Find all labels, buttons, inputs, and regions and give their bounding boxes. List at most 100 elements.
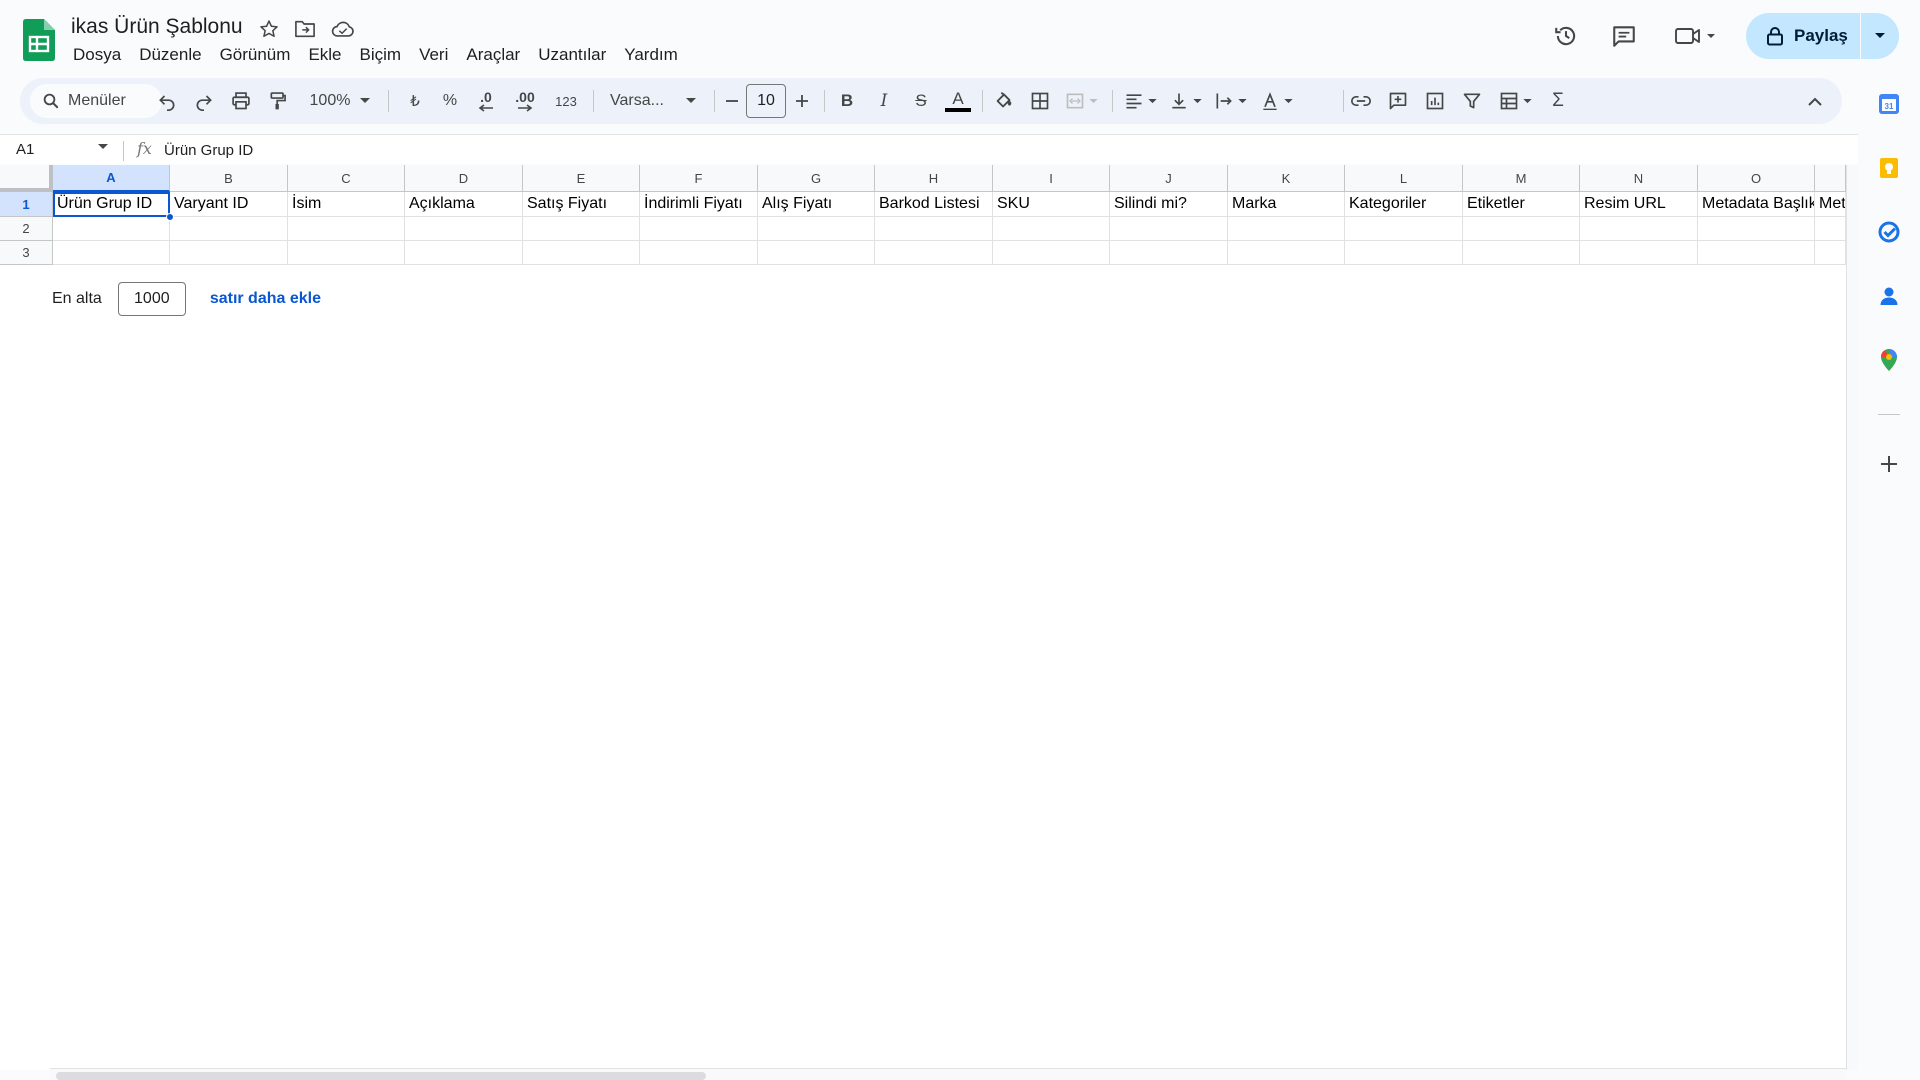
collapse-toolbar-icon[interactable] bbox=[1800, 84, 1830, 118]
italic-button[interactable]: I bbox=[869, 84, 899, 118]
cell-i2[interactable] bbox=[993, 217, 1110, 241]
menu-veri[interactable]: Veri bbox=[410, 42, 457, 68]
cell-n1[interactable]: Resim URL bbox=[1580, 192, 1698, 217]
document-title[interactable]: ikas Ürün Şablonu bbox=[71, 15, 243, 39]
cell-n2[interactable] bbox=[1580, 217, 1698, 241]
column-header-g[interactable]: G bbox=[758, 165, 875, 192]
insert-chart-icon[interactable] bbox=[1420, 84, 1450, 118]
column-header-d[interactable]: D bbox=[405, 165, 523, 192]
menu-ekle[interactable]: Ekle bbox=[299, 42, 350, 68]
cell-l2[interactable] bbox=[1345, 217, 1463, 241]
column-header-b[interactable]: B bbox=[170, 165, 288, 192]
cloud-saved-icon[interactable] bbox=[330, 16, 356, 42]
print-icon[interactable] bbox=[226, 84, 256, 118]
cell-i3[interactable] bbox=[993, 241, 1110, 265]
row-header-2[interactable]: 2 bbox=[0, 217, 53, 241]
cell-f3[interactable] bbox=[640, 241, 758, 265]
select-all-corner[interactable] bbox=[0, 165, 53, 192]
cell-c2[interactable] bbox=[288, 217, 405, 241]
cell-n3[interactable] bbox=[1580, 241, 1698, 265]
bold-button[interactable]: B bbox=[832, 84, 862, 118]
cell-a1[interactable]: Ürün Grup ID bbox=[53, 192, 170, 217]
menu-search[interactable]: Menüler bbox=[30, 84, 162, 118]
column-header-n[interactable]: N bbox=[1580, 165, 1698, 192]
cell-e3[interactable] bbox=[523, 241, 640, 265]
move-folder-icon[interactable] bbox=[292, 16, 318, 42]
cell-b2[interactable] bbox=[170, 217, 288, 241]
cell-c1[interactable]: İsim bbox=[288, 192, 405, 217]
redo-icon[interactable] bbox=[189, 84, 219, 118]
cell-m3[interactable] bbox=[1463, 241, 1580, 265]
cell-h2[interactable] bbox=[875, 217, 993, 241]
menu-duzenle[interactable]: Düzenle bbox=[130, 42, 210, 68]
cell-l1[interactable]: Kategoriler bbox=[1345, 192, 1463, 217]
cell-o2[interactable] bbox=[1698, 217, 1815, 241]
number-format-button[interactable]: 123 bbox=[549, 84, 583, 118]
name-box[interactable]: A1 bbox=[16, 141, 34, 158]
cell-k2[interactable] bbox=[1228, 217, 1345, 241]
menu-bicim[interactable]: Biçim bbox=[351, 42, 411, 68]
font-size-decrease-icon[interactable] bbox=[720, 84, 744, 118]
increase-decimal-button[interactable]: .00 bbox=[508, 84, 542, 118]
tasks-icon[interactable] bbox=[1877, 220, 1901, 244]
add-rows-count-input[interactable]: 1000 bbox=[117, 282, 186, 316]
cell-g1[interactable]: Alış Fiyatı bbox=[758, 192, 875, 217]
cell-f1[interactable]: İndirimli Fiyatı bbox=[640, 192, 758, 217]
column-header-k[interactable]: K bbox=[1228, 165, 1345, 192]
version-history-icon[interactable] bbox=[1545, 15, 1587, 57]
cell-d1[interactable]: Açıklama bbox=[405, 192, 523, 217]
cell-o1[interactable]: Metadata Başlık bbox=[1698, 192, 1815, 217]
cell-p3[interactable] bbox=[1815, 241, 1846, 265]
cell-h1[interactable]: Barkod Listesi bbox=[875, 192, 993, 217]
strikethrough-button[interactable]: S bbox=[906, 84, 936, 118]
sheets-logo-icon[interactable] bbox=[23, 19, 55, 61]
zoom-select[interactable]: 100% bbox=[304, 84, 376, 118]
merge-cells-icon[interactable] bbox=[1060, 84, 1102, 118]
insert-comment-icon[interactable] bbox=[1383, 84, 1413, 118]
column-header-l[interactable]: L bbox=[1345, 165, 1463, 192]
cell-m1[interactable]: Etiketler bbox=[1463, 192, 1580, 217]
decrease-decimal-button[interactable]: .0 bbox=[470, 84, 502, 118]
column-header-e[interactable]: E bbox=[523, 165, 640, 192]
chevron-down-icon[interactable] bbox=[98, 144, 108, 150]
column-header-a[interactable]: A bbox=[53, 165, 170, 192]
cell-f2[interactable] bbox=[640, 217, 758, 241]
menu-uzantilar[interactable]: Uzantılar bbox=[529, 42, 615, 68]
column-header-p[interactable] bbox=[1815, 165, 1846, 192]
add-addon-icon[interactable] bbox=[1877, 452, 1901, 476]
share-dropdown-button[interactable] bbox=[1861, 13, 1899, 59]
font-select[interactable]: Varsa... bbox=[603, 84, 703, 118]
maps-icon[interactable] bbox=[1877, 348, 1901, 372]
row-header-3[interactable]: 3 bbox=[0, 241, 53, 265]
row-header-1[interactable]: 1 bbox=[0, 192, 53, 217]
horizontal-scrollbar-thumb[interactable] bbox=[56, 1072, 706, 1080]
star-icon[interactable] bbox=[256, 16, 282, 42]
menu-yardim[interactable]: Yardım bbox=[615, 42, 687, 68]
filter-views-icon[interactable] bbox=[1494, 84, 1536, 118]
cell-j2[interactable] bbox=[1110, 217, 1228, 241]
calendar-icon[interactable]: 31 bbox=[1877, 92, 1901, 116]
menu-gorunum[interactable]: Görünüm bbox=[211, 42, 300, 68]
column-header-c[interactable]: C bbox=[288, 165, 405, 192]
currency-format-button[interactable]: ₺ bbox=[400, 84, 430, 118]
cell-h3[interactable] bbox=[875, 241, 993, 265]
share-button[interactable]: Paylaş bbox=[1746, 13, 1860, 59]
functions-button[interactable]: Σ bbox=[1543, 84, 1573, 118]
borders-icon[interactable] bbox=[1025, 84, 1055, 118]
vertical-align-icon[interactable] bbox=[1165, 84, 1205, 118]
text-wrapping-icon[interactable] bbox=[1210, 84, 1250, 118]
column-header-i[interactable]: I bbox=[993, 165, 1110, 192]
cell-e1[interactable]: Satış Fiyatı bbox=[523, 192, 640, 217]
percent-format-button[interactable]: % bbox=[435, 84, 465, 118]
cell-k1[interactable]: Marka bbox=[1228, 192, 1345, 217]
column-header-f[interactable]: F bbox=[640, 165, 758, 192]
undo-icon[interactable] bbox=[152, 84, 182, 118]
text-color-button[interactable]: A bbox=[943, 84, 973, 118]
contacts-icon[interactable] bbox=[1877, 284, 1901, 308]
cell-l3[interactable] bbox=[1345, 241, 1463, 265]
cell-a2[interactable] bbox=[53, 217, 170, 241]
cell-p1[interactable]: Met bbox=[1815, 192, 1846, 217]
cell-b3[interactable] bbox=[170, 241, 288, 265]
meet-video-icon[interactable] bbox=[1668, 15, 1724, 57]
fill-handle[interactable] bbox=[166, 213, 174, 221]
